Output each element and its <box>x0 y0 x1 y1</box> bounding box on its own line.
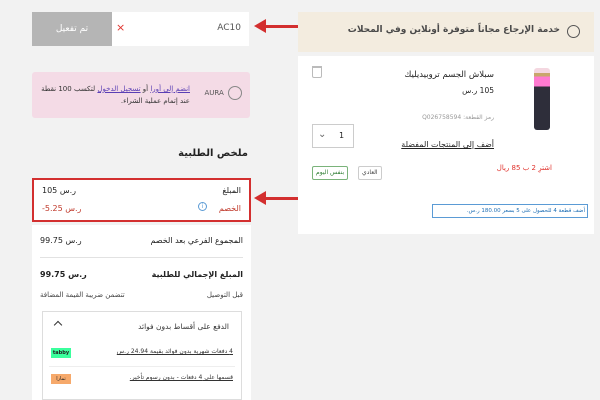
installments-title: الدفع على أقساط بدون فوائد <box>138 322 229 331</box>
promo-code-field: تم تفعيل × AC10 <box>32 12 249 46</box>
product-price: 105 ر.س <box>462 86 494 95</box>
tamara-installment-link[interactable]: قسمها على 4 دفعات - بدون رسوم تأخير. <box>130 374 233 381</box>
quantity-select[interactable]: 1 ⌄ <box>312 124 354 148</box>
order-summary-title: ملخص الطلبية <box>178 148 248 159</box>
amount-value: 105 ر.س <box>42 186 76 195</box>
box-icon <box>567 25 580 38</box>
aura-circle-icon <box>228 86 242 100</box>
return-banner-text: خدمة الإرجاع مجاناً متوفرة أونلاين وفي ا… <box>347 25 560 35</box>
promo-code-value[interactable]: AC10 <box>217 23 241 33</box>
chevron-down-icon: ⌄ <box>318 129 327 140</box>
discount-label: الخصم <box>218 204 241 213</box>
info-icon[interactable]: i <box>198 202 207 211</box>
divider <box>49 366 235 367</box>
delivery-same-day-badge[interactable]: بنفس اليوم <box>312 166 349 180</box>
add-to-wishlist-link[interactable]: أضف إلى المنتجات المفضلة <box>401 140 494 149</box>
delivery-note: قبل التوصيل <box>206 291 243 299</box>
amount-discount-box: المبلغ 105 ر.س الخصم i -5.25 ر.س <box>32 178 251 222</box>
subtotal-label: المجموع الفرعي بعد الخصم <box>150 236 243 245</box>
aura-text: انضم إلى أورا أو تسجيل الدخول لتكسب 100 … <box>41 85 190 105</box>
product-sku: رمز القطعة: Q026758594 <box>422 114 494 121</box>
divider <box>40 257 243 258</box>
tabby-logo: tabby <box>51 348 71 358</box>
return-service-banner: خدمة الإرجاع مجاناً متوفرة أونلاين وفي ا… <box>298 12 594 52</box>
total-label: المبلغ الإجمالي للطلبية <box>151 270 243 279</box>
discount-value: -5.25 ر.س <box>42 204 82 213</box>
product-title[interactable]: سبلاش الجسم تروبيديليك <box>404 70 494 80</box>
aura-login-link[interactable]: تسجيل الدخول <box>97 85 140 93</box>
product-card: سبلاش الجسم تروبيديليك 105 ر.س رمز القطع… <box>298 56 594 234</box>
total-value: 99.75 ر.س <box>40 270 87 279</box>
chevron-up-icon[interactable] <box>53 320 63 330</box>
tabby-installment-link[interactable]: 4 دفعات شهرية بدون فوائد بقيمة 24.94 ر.س <box>117 348 233 355</box>
trash-icon[interactable] <box>312 66 322 78</box>
promo-offer-text: اشترِ 2 ب 85 ريال <box>496 164 552 172</box>
annotation-arrow-discount <box>254 190 298 206</box>
totals-panel: المجموع الفرعي بعد الخصم 99.75 ر.س المبل… <box>32 225 251 400</box>
annotation-arrow-promo <box>254 18 298 34</box>
aura-join-link[interactable]: انضم إلى أورا <box>150 85 190 93</box>
subtotal-value: 99.75 ر.س <box>40 236 82 245</box>
installments-panel: الدفع على أقساط بدون فوائد tabby 4 دفعات… <box>42 311 242 400</box>
aura-loyalty-box: AURA انضم إلى أورا أو تسجيل الدخول لتكسب… <box>32 72 250 118</box>
promo-applied-button[interactable]: تم تفعيل <box>32 12 112 46</box>
vat-note: تتضمن ضريبة القيمة المضافة <box>40 291 125 299</box>
amount-label: المبلغ <box>222 186 241 195</box>
clear-promo-icon[interactable]: × <box>116 21 125 34</box>
delivery-normal-badge[interactable]: العادي <box>358 166 382 180</box>
quantity-value: 1 <box>339 131 345 140</box>
product-image[interactable] <box>534 68 550 130</box>
aura-logo: AURA <box>198 86 242 104</box>
tamara-logo: تمارا <box>51 374 71 384</box>
bundle-offer-banner[interactable]: أضف قطعة 4 للحصول على 5 بسعر 180.00 ر.س. <box>432 204 588 218</box>
